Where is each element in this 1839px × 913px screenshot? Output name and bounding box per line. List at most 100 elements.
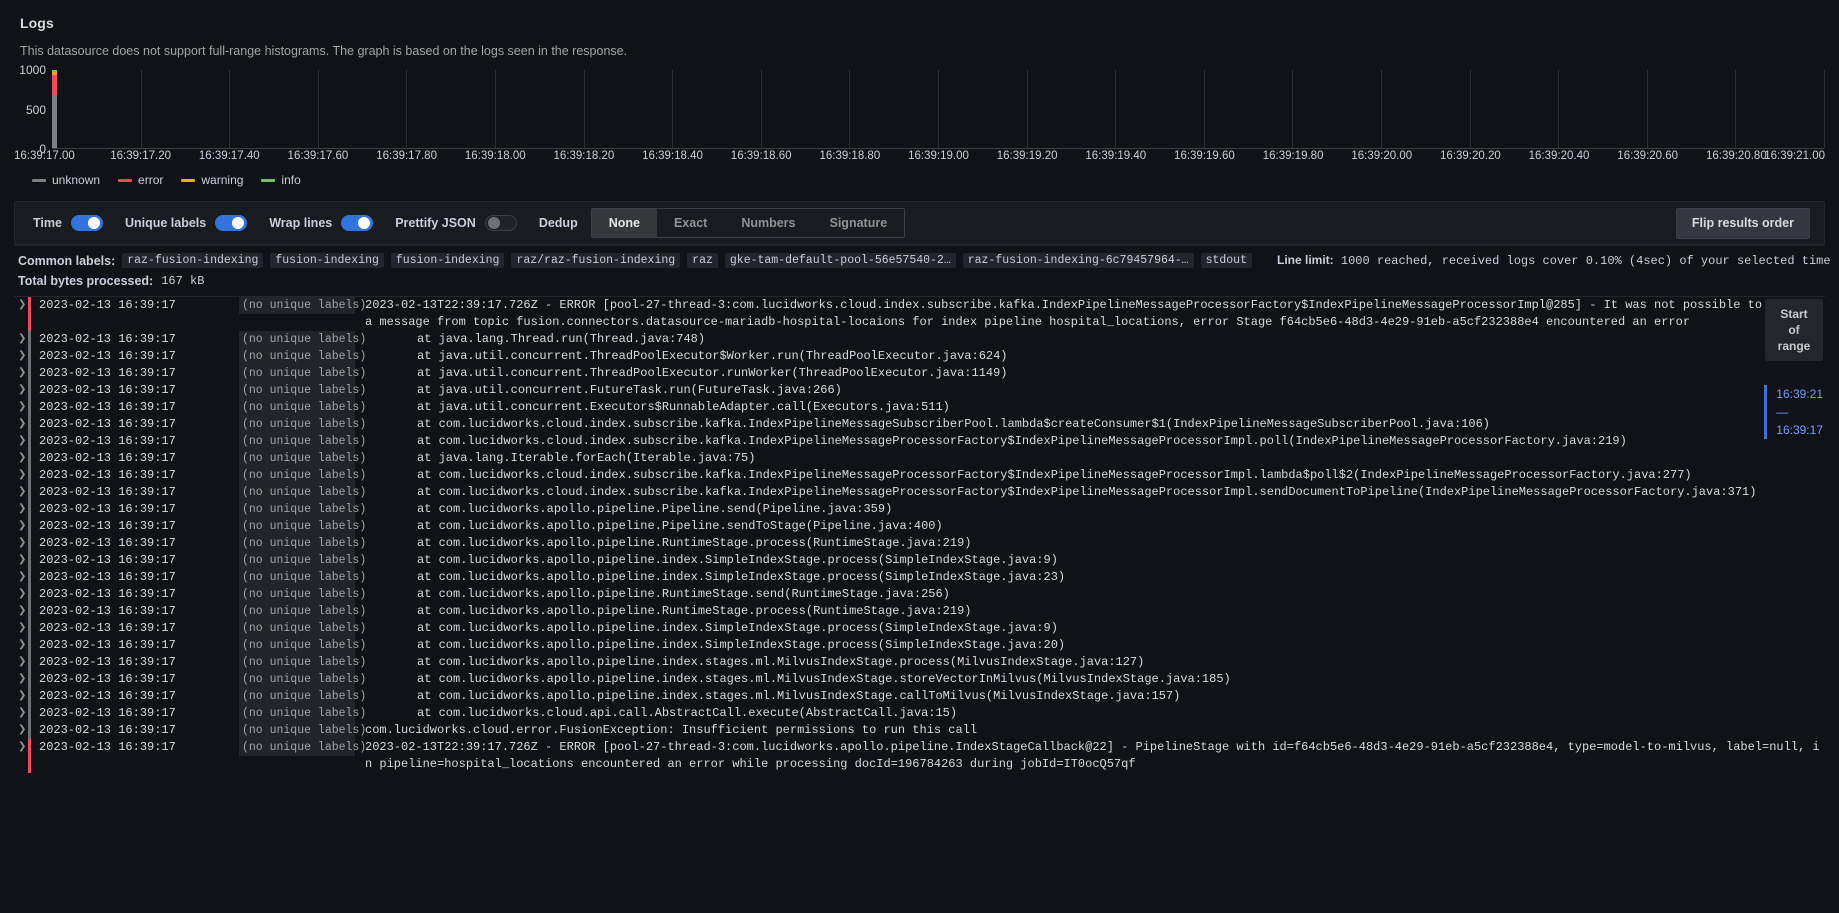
time-range-top: 16:39:21 (1776, 387, 1823, 401)
log-row[interactable]: ❯ 2023-02-13 16:39:17 (no unique labels) at… (14, 484, 1825, 501)
legend-label: error (138, 173, 164, 187)
chevron-right-icon[interactable]: ❯ (14, 518, 28, 535)
chevron-right-icon[interactable]: ❯ (14, 382, 28, 399)
log-row[interactable]: ❯ 2023-02-13 16:39:17 (no unique labels) at… (14, 450, 1825, 467)
log-row[interactable]: ❯ 2023-02-13 16:39:17 (no unique labels) at… (14, 365, 1825, 382)
legend-item-error[interactable]: error (118, 173, 163, 187)
log-row[interactable]: ❯ 2023-02-13 16:39:17 (no unique labels) at… (14, 467, 1825, 484)
chevron-right-icon[interactable]: ❯ (14, 297, 28, 314)
chevron-right-icon[interactable]: ❯ (14, 654, 28, 671)
log-row[interactable]: ❯ 2023-02-13 16:39:17 (no unique labels) at… (14, 331, 1825, 348)
log-row[interactable]: ❯ 2023-02-13 16:39:17 (no unique labels) at… (14, 603, 1825, 620)
log-level-indicator (28, 484, 31, 501)
common-label-chip[interactable]: raz-fusion-indexing-6c79457964-… (962, 253, 1194, 268)
chart-gridline (1203, 70, 1205, 148)
log-unique-labels: (no unique labels) (239, 399, 366, 416)
toggle-time[interactable] (70, 215, 103, 231)
common-label-chip[interactable]: raz-fusion-indexing (122, 253, 264, 268)
log-row[interactable]: ❯ 2023-02-13 16:39:17 (no unique labels) at… (14, 637, 1825, 654)
dedup-option-none[interactable]: None (591, 209, 657, 237)
chart-gridline (583, 70, 585, 148)
log-row[interactable]: ❯ 2023-02-13 16:39:17 (no unique labels) at… (14, 552, 1825, 569)
chevron-right-icon[interactable]: ❯ (14, 501, 28, 518)
log-unique-labels: (no unique labels) (239, 569, 366, 586)
log-row[interactable]: ❯ 2023-02-13 16:39:17 (no unique labels) co… (14, 722, 1825, 739)
log-row[interactable]: ❯ 2023-02-13 16:39:17 (no unique labels) 20… (14, 297, 1825, 331)
log-row[interactable]: ❯ 2023-02-13 16:39:17 (no unique labels) at… (14, 671, 1825, 688)
chevron-right-icon[interactable]: ❯ (14, 705, 28, 722)
legend-item-info[interactable]: info (261, 173, 301, 187)
common-label-chip[interactable]: fusion-indexing (390, 253, 505, 268)
chevron-right-icon[interactable]: ❯ (14, 348, 28, 365)
chart-gridline (938, 70, 939, 148)
legend-label: unknown (52, 173, 101, 187)
log-unique-labels: (no unique labels) (239, 603, 366, 620)
log-row[interactable]: ❯ 2023-02-13 16:39:17 (no unique labels) at… (14, 535, 1825, 552)
common-label-chip[interactable]: raz (687, 253, 718, 268)
legend-item-warning[interactable]: warning (181, 173, 243, 187)
toggle-unique-labels[interactable] (215, 215, 248, 231)
log-timestamp: 2023-02-13 16:39:17 (39, 519, 176, 533)
chevron-right-icon[interactable]: ❯ (14, 671, 28, 688)
chart-gridline (1115, 70, 1117, 148)
log-row[interactable]: ❯ 2023-02-13 16:39:17 (no unique labels) at… (14, 399, 1825, 416)
legend-swatch-icon (181, 178, 196, 182)
flip-results-order-button[interactable]: Flip results order (1675, 207, 1810, 239)
dedup-option-exact[interactable]: Exact (657, 209, 724, 237)
chevron-right-icon[interactable]: ❯ (14, 739, 28, 756)
log-row[interactable]: ❯ 2023-02-13 16:39:17 (no unique labels) at… (14, 654, 1825, 671)
dedup-option-numbers[interactable]: Numbers (724, 209, 812, 237)
x-axis-tick-label: 16:39:18.40 (642, 150, 703, 162)
chevron-right-icon[interactable]: ❯ (14, 586, 28, 603)
log-row[interactable]: ❯ 2023-02-13 16:39:17 (no unique labels) at… (14, 586, 1825, 603)
total-bytes-row: Total bytes processed: 167 kB (14, 268, 1825, 296)
chevron-right-icon[interactable]: ❯ (14, 433, 28, 450)
log-level-indicator (28, 654, 31, 671)
log-row[interactable]: ❯ 2023-02-13 16:39:17 (no unique labels) at… (14, 433, 1825, 450)
chevron-right-icon[interactable]: ❯ (14, 569, 28, 586)
chevron-right-icon[interactable]: ❯ (14, 620, 28, 637)
dedup-option-signature[interactable]: Signature (813, 209, 905, 237)
log-row[interactable]: ❯ 2023-02-13 16:39:17 (no unique labels) 20… (14, 739, 1825, 773)
x-axis-tick-label: 16:39:19.80 (1262, 150, 1324, 162)
chevron-right-icon[interactable]: ❯ (14, 331, 28, 348)
log-row[interactable]: ❯ 2023-02-13 16:39:17 (no unique labels) at… (14, 705, 1825, 722)
log-row[interactable]: ❯ 2023-02-13 16:39:17 (no unique labels) at… (14, 569, 1825, 586)
common-label-chip[interactable]: gke-tam-default-pool-56e57540-2… (724, 253, 956, 268)
chart-gridline (1381, 70, 1382, 148)
chevron-right-icon[interactable]: ❯ (14, 552, 28, 569)
chevron-right-icon[interactable]: ❯ (14, 484, 28, 501)
chevron-right-icon[interactable]: ❯ (14, 467, 28, 484)
toggle-wrap-lines[interactable] (341, 215, 374, 231)
log-row[interactable]: ❯ 2023-02-13 16:39:17 (no unique labels) at… (14, 688, 1825, 705)
log-unique-labels: (no unique labels) (239, 620, 366, 637)
chevron-right-icon[interactable]: ❯ (14, 365, 28, 382)
log-row[interactable]: ❯ 2023-02-13 16:39:17 (no unique labels) at… (14, 348, 1825, 365)
x-axis-tick-label: 16:39:19.60 (1174, 150, 1235, 162)
log-row[interactable]: ❯ 2023-02-13 16:39:17 (no unique labels) at… (14, 416, 1825, 433)
chevron-right-icon[interactable]: ❯ (14, 450, 28, 467)
common-label-chip[interactable]: raz/raz-fusion-indexing (511, 253, 681, 268)
log-row[interactable]: ❯ 2023-02-13 16:39:17 (no unique labels) at… (14, 382, 1825, 399)
common-label-chip[interactable]: stdout (1200, 253, 1252, 268)
chevron-right-icon[interactable]: ❯ (14, 722, 28, 739)
legend-swatch-icon (32, 178, 46, 182)
legend-item-unknown[interactable]: unknown (32, 173, 100, 187)
log-unique-labels: (no unique labels) (239, 365, 366, 382)
log-timestamp: 2023-02-13 16:39:17 (39, 451, 176, 465)
chevron-right-icon[interactable]: ❯ (14, 688, 28, 705)
log-timestamp: 2023-02-13 16:39:17 (39, 706, 176, 720)
chevron-right-icon[interactable]: ❯ (14, 535, 28, 552)
log-timestamp: 2023-02-13 16:39:17 (39, 468, 176, 482)
common-label-chip[interactable]: fusion-indexing (270, 253, 384, 268)
chevron-right-icon[interactable]: ❯ (14, 603, 28, 620)
log-row[interactable]: ❯ 2023-02-13 16:39:17 (no unique labels) at… (14, 501, 1825, 518)
log-level-indicator (28, 297, 31, 331)
log-unique-labels: (no unique labels) (239, 297, 366, 314)
toggle-prettify-json[interactable] (484, 215, 517, 231)
log-row[interactable]: ❯ 2023-02-13 16:39:17 (no unique labels) at… (14, 518, 1825, 535)
log-row[interactable]: ❯ 2023-02-13 16:39:17 (no unique labels) at… (14, 620, 1825, 637)
chevron-right-icon[interactable]: ❯ (14, 399, 28, 416)
chevron-right-icon[interactable]: ❯ (14, 637, 28, 654)
chevron-right-icon[interactable]: ❯ (14, 416, 28, 433)
